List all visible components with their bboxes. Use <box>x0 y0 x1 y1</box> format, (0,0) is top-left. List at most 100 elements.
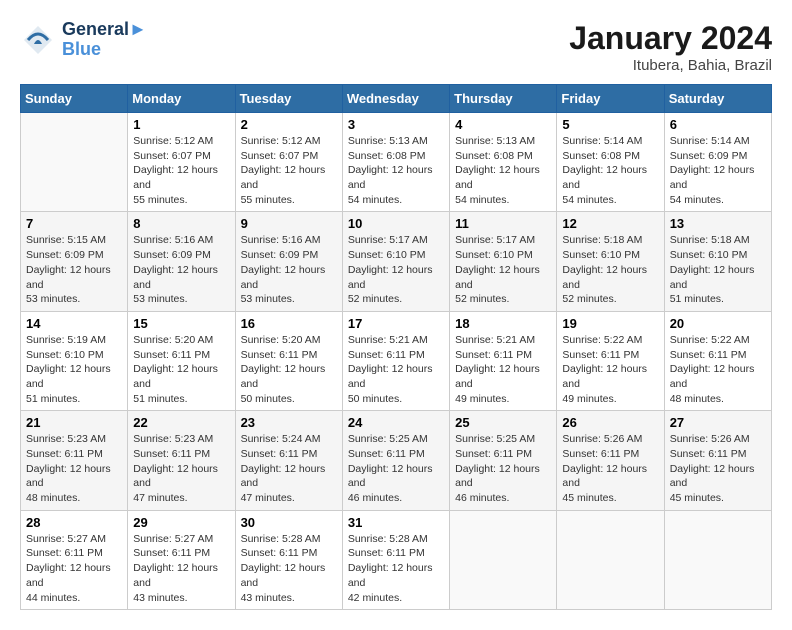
calendar-cell: 28 Sunrise: 5:27 AMSunset: 6:11 PMDayligh… <box>21 510 128 609</box>
calendar-cell <box>450 510 557 609</box>
day-number: 9 <box>241 216 337 231</box>
calendar-body: 1 Sunrise: 5:12 AMSunset: 6:07 PMDaylight… <box>21 113 772 610</box>
calendar-cell: 11 Sunrise: 5:17 AMSunset: 6:10 PMDayligh… <box>450 212 557 311</box>
calendar-cell: 30 Sunrise: 5:28 AMSunset: 6:11 PMDayligh… <box>235 510 342 609</box>
calendar-cell: 6 Sunrise: 5:14 AMSunset: 6:09 PMDaylight… <box>664 113 771 212</box>
day-number: 18 <box>455 316 551 331</box>
column-header-wednesday: Wednesday <box>342 85 449 113</box>
day-info: Sunrise: 5:12 AMSunset: 6:07 PMDaylight:… <box>241 134 337 207</box>
day-number: 13 <box>670 216 766 231</box>
day-number: 6 <box>670 117 766 132</box>
calendar-header-row: SundayMondayTuesdayWednesdayThursdayFrid… <box>21 85 772 113</box>
day-info: Sunrise: 5:24 AMSunset: 6:11 PMDaylight:… <box>241 432 337 505</box>
calendar-cell: 18 Sunrise: 5:21 AMSunset: 6:11 PMDayligh… <box>450 311 557 410</box>
logo-icon <box>20 22 56 58</box>
day-info: Sunrise: 5:12 AMSunset: 6:07 PMDaylight:… <box>133 134 229 207</box>
calendar-cell: 2 Sunrise: 5:12 AMSunset: 6:07 PMDaylight… <box>235 113 342 212</box>
logo: General► Blue <box>20 20 147 60</box>
calendar-cell: 29 Sunrise: 5:27 AMSunset: 6:11 PMDayligh… <box>128 510 235 609</box>
calendar-cell: 1 Sunrise: 5:12 AMSunset: 6:07 PMDaylight… <box>128 113 235 212</box>
day-info: Sunrise: 5:14 AMSunset: 6:09 PMDaylight:… <box>670 134 766 207</box>
calendar-week-2: 7 Sunrise: 5:15 AMSunset: 6:09 PMDaylight… <box>21 212 772 311</box>
calendar-cell: 5Sunrise: 5:14 AMSunset: 6:08 PMDaylight… <box>557 113 664 212</box>
calendar-cell: 7 Sunrise: 5:15 AMSunset: 6:09 PMDaylight… <box>21 212 128 311</box>
page-header: General► Blue January 2024 Itubera, Bahi… <box>20 20 772 74</box>
day-info: Sunrise: 5:17 AMSunset: 6:10 PMDaylight:… <box>455 233 551 306</box>
calendar-cell <box>557 510 664 609</box>
logo-text: General► Blue <box>62 20 147 60</box>
day-info: Sunrise: 5:18 AMSunset: 6:10 PMDaylight:… <box>562 233 658 306</box>
day-info: Sunrise: 5:14 AMSunset: 6:08 PMDaylight:… <box>562 134 658 207</box>
day-info: Sunrise: 5:28 AMSunset: 6:11 PMDaylight:… <box>241 532 337 605</box>
column-header-thursday: Thursday <box>450 85 557 113</box>
day-number: 28 <box>26 515 122 530</box>
calendar-cell: 31Sunrise: 5:28 AMSunset: 6:11 PMDayligh… <box>342 510 449 609</box>
day-info: Sunrise: 5:16 AMSunset: 6:09 PMDaylight:… <box>241 233 337 306</box>
day-number: 16 <box>241 316 337 331</box>
calendar-cell: 12 Sunrise: 5:18 AMSunset: 6:10 PMDayligh… <box>557 212 664 311</box>
calendar-cell: 23Sunrise: 5:24 AMSunset: 6:11 PMDayligh… <box>235 411 342 510</box>
day-info: Sunrise: 5:27 AMSunset: 6:11 PMDaylight:… <box>133 532 229 605</box>
day-info: Sunrise: 5:16 AMSunset: 6:09 PMDaylight:… <box>133 233 229 306</box>
column-header-monday: Monday <box>128 85 235 113</box>
calendar-week-5: 28 Sunrise: 5:27 AMSunset: 6:11 PMDayligh… <box>21 510 772 609</box>
day-info: Sunrise: 5:20 AMSunset: 6:11 PMDaylight:… <box>133 333 229 406</box>
day-info: Sunrise: 5:18 AMSunset: 6:10 PMDaylight:… <box>670 233 766 306</box>
day-info: Sunrise: 5:19 AMSunset: 6:10 PMDaylight:… <box>26 333 122 406</box>
calendar-cell: 8 Sunrise: 5:16 AMSunset: 6:09 PMDaylight… <box>128 212 235 311</box>
day-info: Sunrise: 5:25 AMSunset: 6:11 PMDaylight:… <box>348 432 444 505</box>
day-info: Sunrise: 5:22 AMSunset: 6:11 PMDaylight:… <box>562 333 658 406</box>
day-number: 11 <box>455 216 551 231</box>
day-number: 24 <box>348 415 444 430</box>
day-number: 27 <box>670 415 766 430</box>
day-number: 2 <box>241 117 337 132</box>
calendar-cell: 17Sunrise: 5:21 AMSunset: 6:11 PMDayligh… <box>342 311 449 410</box>
calendar-cell: 14 Sunrise: 5:19 AMSunset: 6:10 PMDayligh… <box>21 311 128 410</box>
day-info: Sunrise: 5:15 AMSunset: 6:09 PMDaylight:… <box>26 233 122 306</box>
day-number: 8 <box>133 216 229 231</box>
calendar-cell: 22 Sunrise: 5:23 AMSunset: 6:11 PMDayligh… <box>128 411 235 510</box>
day-info: Sunrise: 5:17 AMSunset: 6:10 PMDaylight:… <box>348 233 444 306</box>
day-number: 3 <box>348 117 444 132</box>
day-info: Sunrise: 5:27 AMSunset: 6:11 PMDaylight:… <box>26 532 122 605</box>
calendar-cell: 20Sunrise: 5:22 AMSunset: 6:11 PMDayligh… <box>664 311 771 410</box>
day-number: 15 <box>133 316 229 331</box>
calendar-week-1: 1 Sunrise: 5:12 AMSunset: 6:07 PMDaylight… <box>21 113 772 212</box>
day-number: 31 <box>348 515 444 530</box>
day-number: 29 <box>133 515 229 530</box>
day-number: 20 <box>670 316 766 331</box>
day-number: 21 <box>26 415 122 430</box>
day-info: Sunrise: 5:13 AMSunset: 6:08 PMDaylight:… <box>348 134 444 207</box>
day-number: 10 <box>348 216 444 231</box>
calendar-table: SundayMondayTuesdayWednesdayThursdayFrid… <box>20 84 772 610</box>
column-header-saturday: Saturday <box>664 85 771 113</box>
day-info: Sunrise: 5:26 AMSunset: 6:11 PMDaylight:… <box>562 432 658 505</box>
calendar-cell: 26Sunrise: 5:26 AMSunset: 6:11 PMDayligh… <box>557 411 664 510</box>
calendar-cell: 15 Sunrise: 5:20 AMSunset: 6:11 PMDayligh… <box>128 311 235 410</box>
day-number: 1 <box>133 117 229 132</box>
day-info: Sunrise: 5:23 AMSunset: 6:11 PMDaylight:… <box>133 432 229 505</box>
day-number: 14 <box>26 316 122 331</box>
day-number: 22 <box>133 415 229 430</box>
calendar-cell: 24 Sunrise: 5:25 AMSunset: 6:11 PMDayligh… <box>342 411 449 510</box>
day-number: 19 <box>562 316 658 331</box>
column-header-friday: Friday <box>557 85 664 113</box>
calendar-cell: 13 Sunrise: 5:18 AMSunset: 6:10 PMDayligh… <box>664 212 771 311</box>
day-number: 25 <box>455 415 551 430</box>
calendar-cell: 4Sunrise: 5:13 AMSunset: 6:08 PMDaylight… <box>450 113 557 212</box>
calendar-cell: 3 Sunrise: 5:13 AMSunset: 6:08 PMDaylight… <box>342 113 449 212</box>
day-info: Sunrise: 5:23 AMSunset: 6:11 PMDaylight:… <box>26 432 122 505</box>
day-info: Sunrise: 5:21 AMSunset: 6:11 PMDaylight:… <box>455 333 551 406</box>
day-info: Sunrise: 5:20 AMSunset: 6:11 PMDaylight:… <box>241 333 337 406</box>
day-info: Sunrise: 5:26 AMSunset: 6:11 PMDaylight:… <box>670 432 766 505</box>
day-number: 30 <box>241 515 337 530</box>
calendar-cell: 25Sunrise: 5:25 AMSunset: 6:11 PMDayligh… <box>450 411 557 510</box>
day-number: 7 <box>26 216 122 231</box>
calendar-cell: 27 Sunrise: 5:26 AMSunset: 6:11 PMDayligh… <box>664 411 771 510</box>
day-info: Sunrise: 5:13 AMSunset: 6:08 PMDaylight:… <box>455 134 551 207</box>
day-number: 12 <box>562 216 658 231</box>
calendar-week-4: 21 Sunrise: 5:23 AMSunset: 6:11 PMDayligh… <box>21 411 772 510</box>
calendar-cell: 10 Sunrise: 5:17 AMSunset: 6:10 PMDayligh… <box>342 212 449 311</box>
calendar-cell <box>664 510 771 609</box>
calendar-cell: 19 Sunrise: 5:22 AMSunset: 6:11 PMDayligh… <box>557 311 664 410</box>
